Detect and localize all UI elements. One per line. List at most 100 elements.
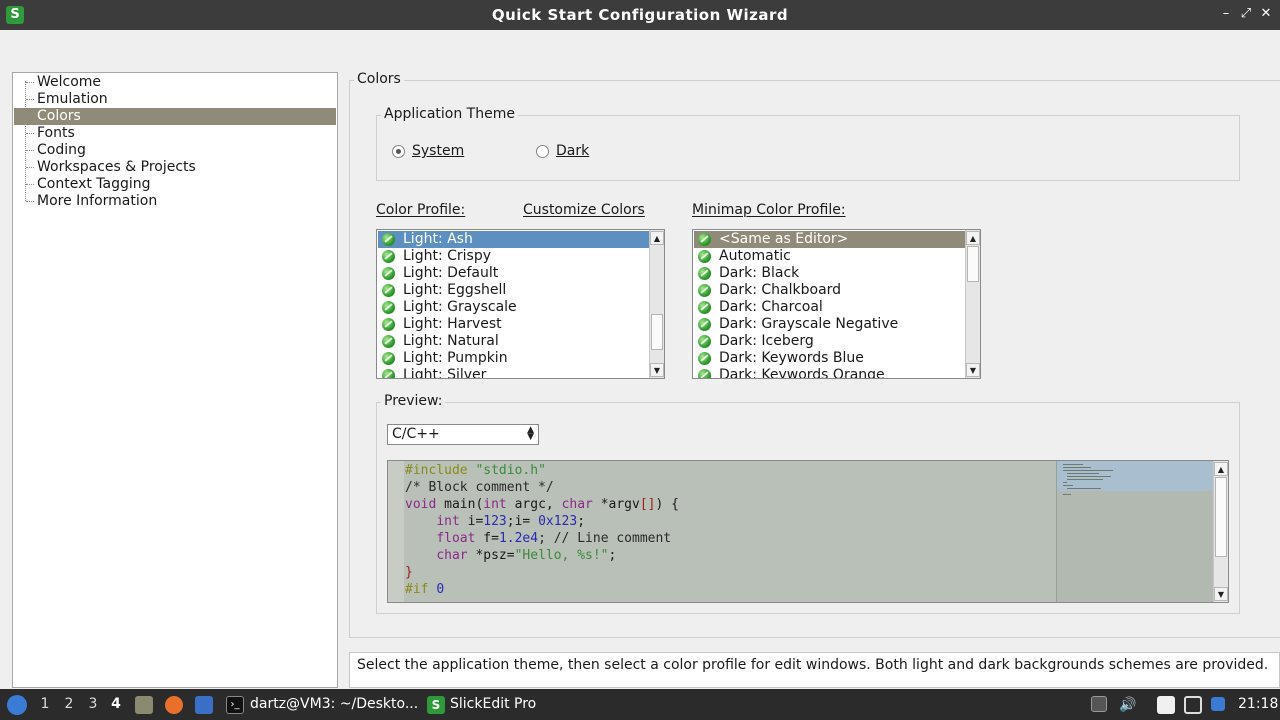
- code-line: /* Block comment */: [405, 479, 679, 496]
- task-slickedit[interactable]: SlickEdit Pro: [450, 689, 536, 720]
- tree-item-colors[interactable]: Colors: [14, 108, 336, 125]
- code-token: char: [561, 497, 601, 512]
- color-profile-icon: [382, 250, 395, 263]
- network-icon[interactable]: [1184, 696, 1202, 714]
- color-profile-icon: [698, 335, 711, 348]
- tree-item-coding[interactable]: Coding: [14, 142, 336, 159]
- wizard-step-tree: Welcome Emulation Colors Fonts Coding Wo…: [12, 72, 338, 688]
- task-terminal[interactable]: dartz@VM3: ~/Deskto...: [250, 689, 418, 720]
- workspace-3[interactable]: 3: [84, 689, 102, 720]
- code-token: argc,: [514, 497, 562, 512]
- scroll-up-icon[interactable]: ▲: [1214, 462, 1228, 476]
- editor-minimap[interactable]: [1056, 461, 1214, 602]
- description-text: Select the application theme, then selec…: [349, 652, 1280, 688]
- list-item[interactable]: Light: Grayscale: [378, 299, 649, 316]
- tree-item-more-information[interactable]: More Information: [14, 193, 336, 210]
- list-item[interactable]: Dark: Keywords Blue: [694, 350, 965, 367]
- code-line: #include "stdio.h": [405, 462, 679, 479]
- color-profile-icon: [382, 267, 395, 280]
- file-manager-icon[interactable]: [135, 696, 153, 714]
- radio-selected-icon: [392, 144, 405, 158]
- workspace-1[interactable]: 1: [36, 689, 54, 720]
- tree-item-welcome[interactable]: Welcome: [14, 74, 336, 91]
- code-preview-editor[interactable]: #include "stdio.h"/* Block comment */voi…: [387, 460, 1229, 603]
- slickedit-icon[interactable]: S: [427, 696, 445, 714]
- list-item[interactable]: Light: Default: [378, 265, 649, 282]
- scroll-down-icon[interactable]: ▼: [1214, 587, 1228, 601]
- volume-icon[interactable]: 🔊: [1119, 696, 1137, 714]
- scroll-thumb[interactable]: [967, 246, 979, 282]
- code-token: void: [405, 497, 445, 512]
- code-token: /* Block comment */: [405, 480, 554, 495]
- start-menu-icon[interactable]: [7, 695, 27, 715]
- list-item[interactable]: Light: Eggshell: [378, 282, 649, 299]
- workspace-2[interactable]: 2: [60, 689, 78, 720]
- scroll-up-icon[interactable]: ▲: [966, 231, 980, 245]
- list-item[interactable]: Light: Pumpkin: [378, 350, 649, 367]
- color-profile-scrollbar[interactable]: ▲ ▼: [649, 230, 664, 378]
- list-item[interactable]: <Same as Editor>: [694, 231, 965, 248]
- minimap-profile-scrollbar[interactable]: ▲ ▼: [965, 230, 980, 378]
- window-titlebar: S Quick Start Configuration Wizard – ⤢ ✕: [0, 0, 1280, 30]
- close-button[interactable]: ✕: [1258, 6, 1274, 22]
- minimap-profile-list[interactable]: <Same as Editor> Automatic Dark: Black D…: [692, 229, 981, 379]
- list-item[interactable]: Dark: Charcoal: [694, 299, 965, 316]
- code-token: 0x123: [538, 514, 578, 529]
- list-item[interactable]: Light: Ash: [378, 231, 649, 248]
- desktop-icon[interactable]: [195, 696, 213, 714]
- code-token: }: [405, 565, 413, 580]
- minimize-button[interactable]: –: [1218, 6, 1234, 22]
- tray-up-icon[interactable]: [1091, 696, 1107, 712]
- list-item[interactable]: Light: Silver: [378, 367, 649, 378]
- scroll-thumb[interactable]: [1215, 477, 1227, 557]
- code-token: char: [436, 548, 476, 563]
- code-token: #include: [405, 463, 476, 478]
- maximize-button[interactable]: ⤢: [1238, 6, 1254, 22]
- language-select[interactable]: C/C++ ▲ ▼: [387, 424, 539, 445]
- code-line: void main(int argc, char *argv[]) {: [405, 496, 679, 513]
- terminal-icon[interactable]: ›_: [226, 696, 244, 714]
- theme-dark-radio[interactable]: Dark: [536, 143, 589, 159]
- list-item[interactable]: Automatic: [694, 248, 965, 265]
- tree-item-emulation[interactable]: Emulation: [14, 91, 336, 108]
- list-item[interactable]: Dark: Grayscale Negative: [694, 316, 965, 333]
- tree-item-context-tagging[interactable]: Context Tagging: [14, 176, 336, 193]
- code-token: int: [483, 497, 515, 512]
- clipboard-icon[interactable]: [1157, 696, 1175, 714]
- scroll-down-icon[interactable]: ▼: [966, 363, 980, 377]
- list-item[interactable]: Light: Natural: [378, 333, 649, 350]
- window-title: Quick Start Configuration Wizard: [491, 6, 789, 24]
- tree-item-fonts[interactable]: Fonts: [14, 125, 336, 142]
- workspace-4[interactable]: 4: [107, 689, 125, 720]
- color-profile-list[interactable]: Light: Ash Light: Crispy Light: Default …: [376, 229, 665, 379]
- minimap-color-profile-label: Minimap Color Profile:: [692, 202, 846, 218]
- color-profile-icon: [698, 250, 711, 263]
- color-profile-icon: [382, 318, 395, 331]
- code-token: *argv: [600, 497, 640, 512]
- code-line: float f=1.2e4; // Line comment: [405, 530, 679, 547]
- update-icon[interactable]: [1211, 697, 1225, 711]
- firefox-icon[interactable]: [165, 696, 183, 714]
- colors-group-title: Colors: [354, 71, 404, 87]
- list-item[interactable]: Dark: Chalkboard: [694, 282, 965, 299]
- code-line: #if 0: [405, 581, 679, 598]
- scroll-thumb[interactable]: [651, 314, 663, 350]
- list-item[interactable]: Light: Harvest: [378, 316, 649, 333]
- code-token: float: [436, 531, 484, 546]
- list-item[interactable]: Dark: Black: [694, 265, 965, 282]
- theme-system-radio[interactable]: System: [392, 143, 464, 159]
- scroll-up-icon[interactable]: ▲: [650, 231, 664, 245]
- color-profile-icon: [698, 267, 711, 280]
- tree-item-workspaces-projects[interactable]: Workspaces & Projects: [14, 159, 336, 176]
- editor-gutter: [388, 461, 404, 602]
- scroll-down-icon[interactable]: ▼: [650, 363, 664, 377]
- list-item[interactable]: Dark: Iceberg: [694, 333, 965, 350]
- list-item[interactable]: Dark: Keywords Orange: [694, 367, 965, 378]
- color-profile-icon: [382, 335, 395, 348]
- code-line: }: [405, 564, 679, 581]
- list-item[interactable]: Light: Crispy: [378, 248, 649, 265]
- customize-colors-link[interactable]: Customize Colors: [523, 202, 645, 218]
- editor-scrollbar[interactable]: ▲ ▼: [1213, 461, 1228, 602]
- code-token: ;i=: [506, 514, 539, 529]
